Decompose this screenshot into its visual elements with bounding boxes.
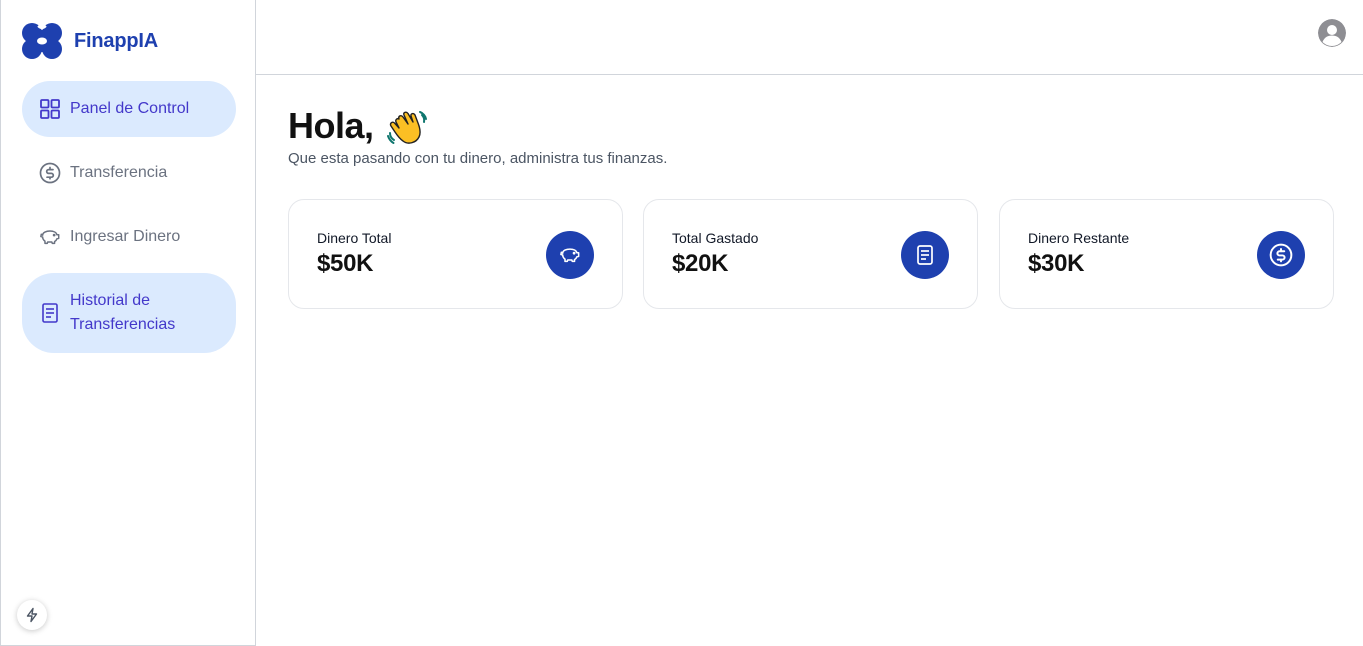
- greeting-text: Hola,: [288, 105, 374, 146]
- sidebar-item-label: Ingresar Dinero: [70, 228, 181, 245]
- waving-hand-icon: [386, 111, 427, 144]
- greeting: Hola,: [288, 100, 1338, 152]
- summary-cards: Dinero Total $50K Total Gastado $20K Din…: [288, 199, 1334, 309]
- brand[interactable]: FinappIA: [21, 20, 158, 62]
- sidebar-item-label: Panel de Control: [70, 100, 190, 117]
- card-value: $20K: [672, 250, 729, 277]
- card-label: Total Gastado: [672, 230, 759, 246]
- card-value: $50K: [317, 250, 374, 277]
- sidebar-item-historial-de-transferencias[interactable]: Historial de Transferencias: [22, 273, 236, 353]
- page-subtitle: Que esta pasando con tu dinero, administ…: [288, 150, 668, 167]
- sidebar-item-label: Historial de Transferencias: [70, 292, 176, 333]
- piggy-bank-icon: [39, 226, 61, 248]
- bolt-button[interactable]: [17, 600, 47, 630]
- brand-name: FinappIA: [74, 29, 158, 52]
- card-dinero-total: Dinero Total $50K: [288, 199, 623, 309]
- dollar-circle-icon: [39, 162, 61, 184]
- user-avatar-icon[interactable]: [1318, 19, 1346, 47]
- receipt-icon: [901, 231, 949, 279]
- sidebar-item-label: Transferencia: [70, 164, 168, 181]
- card-dinero-restante: Dinero Restante $30K: [999, 199, 1334, 309]
- top-bar: [256, 0, 1363, 75]
- card-total-gastado: Total Gastado $20K: [643, 199, 978, 309]
- sidebar: FinappIA Panel de Control Transferencia: [0, 0, 256, 646]
- sidebar-item-panel-de-control[interactable]: Panel de Control: [22, 81, 236, 137]
- main-content: Hola, Que esta pasando con tu dinero, ad…: [288, 100, 1338, 309]
- card-value: $30K: [1028, 250, 1085, 277]
- card-label: Dinero Total: [317, 230, 392, 246]
- dollar-circle-icon: [1257, 231, 1305, 279]
- bolt-icon: [26, 607, 38, 623]
- piggy-bank-icon: [546, 231, 594, 279]
- card-label: Dinero Restante: [1028, 230, 1130, 246]
- cloud-logo-icon: [22, 23, 62, 59]
- sidebar-item-transferencia[interactable]: Transferencia: [22, 145, 236, 201]
- receipt-icon: [39, 302, 61, 324]
- grid-icon: [39, 98, 61, 120]
- sidebar-item-ingresar-dinero[interactable]: Ingresar Dinero: [22, 209, 236, 265]
